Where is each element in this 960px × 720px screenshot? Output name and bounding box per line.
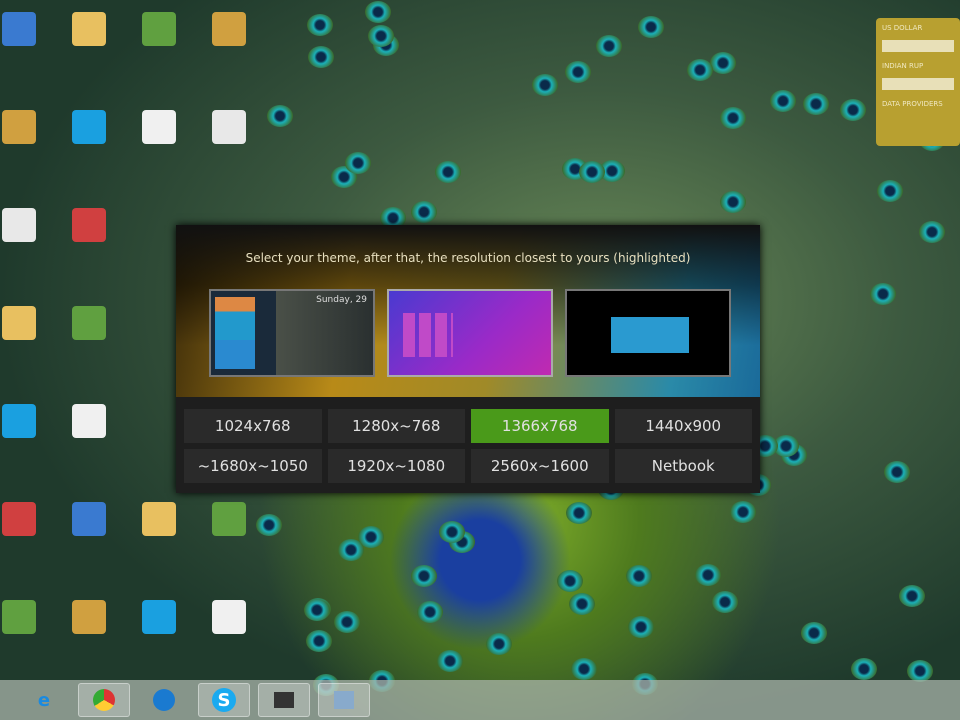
theme-thumbnail-1[interactable]: Sunday, 29: [209, 289, 375, 377]
desktop-icon[interactable]: [142, 502, 176, 536]
currency-1-label: US DOLLAR: [882, 24, 923, 32]
desktop-icon[interactable]: [142, 12, 176, 46]
desktop-icon[interactable]: [212, 12, 246, 46]
desktop-icon[interactable]: [2, 110, 36, 144]
feather-eye: [801, 622, 828, 645]
feather-eye: [305, 629, 332, 652]
feather-eye: [557, 570, 584, 593]
resolution-button[interactable]: 1440x900: [614, 409, 752, 443]
feather-eye: [304, 599, 330, 622]
feather-eye: [417, 601, 444, 624]
maxthon-icon[interactable]: [138, 683, 190, 717]
resolution-button[interactable]: 2560x~1600: [471, 449, 609, 483]
feather-eye: [627, 616, 654, 639]
feather-eye: [694, 564, 721, 587]
app-icon[interactable]: [318, 683, 370, 717]
skype-icon[interactable]: S: [198, 683, 250, 717]
feather-eye: [345, 152, 372, 175]
resolution-button[interactable]: ~1680x~1050: [184, 449, 322, 483]
feather-eye: [565, 502, 592, 525]
desktop-icon[interactable]: [2, 208, 36, 242]
theme-preview-date: Sunday, 29: [316, 295, 367, 305]
desktop-icon[interactable]: [212, 110, 246, 144]
feather-eye: [710, 52, 737, 75]
desktop-icon[interactable]: [72, 306, 106, 340]
feather-eye: [840, 99, 867, 121]
desktop-icon[interactable]: [72, 600, 106, 634]
feather-eye: [334, 611, 361, 634]
feather-eye: [918, 220, 945, 243]
taskbar: e S: [0, 680, 960, 720]
desktop-icon[interactable]: [72, 12, 106, 46]
resolution-button[interactable]: 1280x~768: [327, 409, 465, 443]
feather-eye: [595, 35, 622, 58]
currency-1-input[interactable]: [882, 40, 954, 52]
feather-eye: [570, 657, 597, 680]
feather-eye: [307, 14, 334, 37]
desktop-icon[interactable]: [2, 502, 36, 536]
desktop-icon[interactable]: [212, 600, 246, 634]
theme-thumbnail-3[interactable]: [565, 289, 731, 377]
feather-eye: [436, 650, 463, 673]
feather-eye: [770, 89, 797, 112]
ie-icon[interactable]: e: [18, 683, 70, 717]
desktop-icon[interactable]: [2, 600, 36, 634]
currency-2-label: INDIAN RUP: [882, 62, 924, 70]
feather-eye: [365, 0, 392, 23]
feather-eye: [803, 92, 830, 115]
theme-resolution-dialog: Select your theme, after that, the resol…: [176, 225, 760, 493]
desktop-icon[interactable]: [2, 12, 36, 46]
feather-eye: [638, 16, 665, 39]
currency-2-input[interactable]: [882, 78, 954, 90]
feather-eye: [255, 514, 282, 537]
resolution-button[interactable]: 1024x768: [184, 409, 322, 443]
theme-thumbnail-2[interactable]: [387, 289, 553, 377]
feather-eye: [486, 632, 513, 655]
desktop-icon[interactable]: [2, 306, 36, 340]
desktop-icon[interactable]: [72, 110, 106, 144]
desktop-icon[interactable]: [72, 208, 106, 242]
feather-eye: [884, 460, 911, 483]
desktop-icon[interactable]: [142, 600, 176, 634]
feather-eye: [569, 593, 596, 616]
desktop-icon[interactable]: [72, 502, 106, 536]
desktop-icon[interactable]: [72, 404, 106, 438]
feather-eye: [434, 160, 461, 183]
feather-eye: [308, 46, 334, 69]
feather-eye: [907, 659, 934, 682]
feather-eye: [730, 501, 757, 524]
currency-gadget[interactable]: US DOLLAR INDIAN RUP DATA PROVIDERS: [876, 18, 960, 146]
feather-eye: [850, 658, 877, 681]
feather-eye: [411, 201, 438, 224]
feather-eye: [720, 190, 747, 213]
feather-eye: [565, 61, 592, 84]
resolution-button[interactable]: 1366x768: [471, 409, 609, 443]
feather-eye: [712, 591, 739, 614]
feather-eye: [532, 74, 559, 97]
resolution-button[interactable]: 1920x~1080: [327, 449, 465, 483]
feather-eye: [267, 105, 294, 128]
feather-eye: [579, 160, 606, 183]
desktop-icon[interactable]: [142, 110, 176, 144]
feather-eye: [410, 564, 437, 587]
feather-eye: [337, 539, 364, 562]
feather-eye: [898, 585, 925, 608]
dialog-title: Select your theme, after that, the resol…: [245, 251, 691, 265]
gadget-footer: DATA PROVIDERS: [882, 100, 943, 108]
feather-eye: [870, 282, 897, 305]
feather-eye: [625, 564, 652, 587]
app-icon[interactable]: [258, 683, 310, 717]
desktop-icon[interactable]: [212, 502, 246, 536]
chrome-icon[interactable]: [78, 683, 130, 717]
feather-eye: [686, 58, 713, 81]
desktop-icon[interactable]: [2, 404, 36, 438]
feather-eye: [877, 179, 904, 202]
feather-eye: [720, 107, 747, 130]
resolution-button[interactable]: Netbook: [614, 449, 752, 483]
